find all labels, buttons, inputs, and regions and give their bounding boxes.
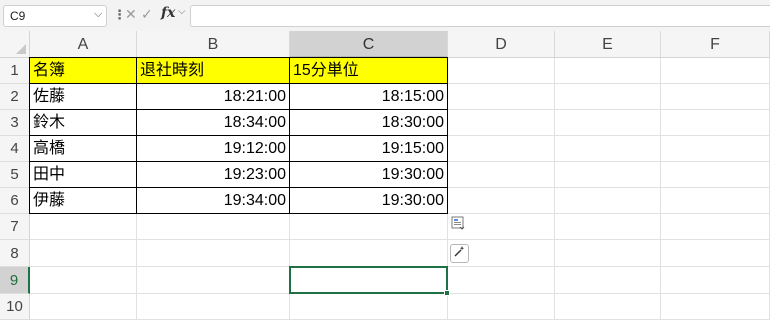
table-cell-a5[interactable]: 田中 <box>30 162 137 188</box>
cell-e6[interactable] <box>555 188 661 214</box>
name-box-value: C9 <box>10 9 26 23</box>
column-header-a[interactable]: A <box>30 31 137 58</box>
row-header-7[interactable]: 7 <box>0 214 30 240</box>
table-cell-c4[interactable]: 19:15:00 <box>290 136 448 162</box>
fill-handle[interactable] <box>444 290 450 296</box>
cell-b9[interactable] <box>137 267 290 294</box>
cell-a9[interactable] <box>30 267 137 294</box>
table-cell-c3[interactable]: 18:30:00 <box>290 110 448 136</box>
table-cell-b5[interactable]: 19:23:00 <box>137 162 290 188</box>
quick-analysis-icon[interactable] <box>450 244 469 263</box>
cell-e10[interactable] <box>555 294 661 320</box>
enter-icon[interactable]: ✓ <box>141 6 153 23</box>
table-header-cell-b1[interactable]: 退社時刻 <box>137 58 290 84</box>
cell-d2[interactable] <box>448 84 555 110</box>
cell-e9[interactable] <box>555 267 661 294</box>
cell-d5[interactable] <box>448 162 555 188</box>
cell-f7[interactable] <box>661 214 770 240</box>
row-header-1[interactable]: 1 <box>0 58 30 84</box>
cell-d3[interactable] <box>448 110 555 136</box>
column-header-c[interactable]: C <box>290 31 448 58</box>
chevron-down-icon[interactable]: ⌵ <box>94 8 102 21</box>
cell-f8[interactable] <box>661 240 770 267</box>
table-cell-b6[interactable]: 19:34:00 <box>137 188 290 214</box>
table-header-cell-c1[interactable]: 15分単位 <box>290 58 448 84</box>
table-cell-c6[interactable]: 19:30:00 <box>290 188 448 214</box>
formula-input[interactable] <box>190 5 770 27</box>
cell-f1[interactable] <box>661 58 770 84</box>
cell-d6[interactable] <box>448 188 555 214</box>
cell-f5[interactable] <box>661 162 770 188</box>
table-cell-a6[interactable]: 伊藤 <box>30 188 137 214</box>
cell-f6[interactable] <box>661 188 770 214</box>
select-all-button[interactable] <box>0 31 30 58</box>
row-header-5[interactable]: 5 <box>0 162 30 188</box>
table-cell-a4[interactable]: 高橋 <box>30 136 137 162</box>
row-header-6[interactable]: 6 <box>0 188 30 214</box>
table-cell-b2[interactable]: 18:21:00 <box>137 84 290 110</box>
chevron-down-icon[interactable]: ⌵ <box>178 6 186 17</box>
row-header-4[interactable]: 4 <box>0 136 30 162</box>
cell-f2[interactable] <box>661 84 770 110</box>
cell-a8[interactable] <box>30 240 137 267</box>
row-header-9[interactable]: 9 <box>0 267 30 294</box>
column-header-e[interactable]: E <box>555 31 661 58</box>
cell-c8[interactable] <box>290 240 448 267</box>
cell-d9[interactable] <box>448 267 555 294</box>
insert-function-button[interactable]: fx <box>161 5 175 21</box>
cell-c10[interactable] <box>290 294 448 320</box>
cell-b8[interactable] <box>137 240 290 267</box>
table-cell-c5[interactable]: 19:30:00 <box>290 162 448 188</box>
cell-b7[interactable] <box>137 214 290 240</box>
column-header-d[interactable]: D <box>448 31 555 58</box>
row-header-10[interactable]: 10 <box>0 294 30 320</box>
cell-d1[interactable] <box>448 58 555 84</box>
worksheet-grid[interactable]: A B C D E F 1 2 3 4 5 6 7 8 9 10 名簿 退社時刻 15分単位佐藤 18:21:00 18… <box>0 31 770 324</box>
cell-f10[interactable] <box>661 294 770 320</box>
cell-f9[interactable] <box>661 267 770 294</box>
selected-cell[interactable] <box>289 266 448 294</box>
table-cell-c2[interactable]: 18:15:00 <box>290 84 448 110</box>
formula-bar-area: C9 ⌵ ⋮ ✕ ✓ fx ⌵ <box>0 0 770 31</box>
select-all-icon <box>16 44 26 54</box>
cell-e8[interactable] <box>555 240 661 267</box>
cell-f4[interactable] <box>661 136 770 162</box>
table-cell-b3[interactable]: 18:34:00 <box>137 110 290 136</box>
cell-d10[interactable] <box>448 294 555 320</box>
row-header-2[interactable]: 2 <box>0 84 30 110</box>
cell-e5[interactable] <box>555 162 661 188</box>
column-header-b[interactable]: B <box>137 31 290 58</box>
cell-e2[interactable] <box>555 84 661 110</box>
cell-c7[interactable] <box>290 214 448 240</box>
cell-e4[interactable] <box>555 136 661 162</box>
cell-a7[interactable] <box>30 214 137 240</box>
name-box[interactable]: C9 ⌵ <box>3 5 107 27</box>
cancel-icon[interactable]: ✕ <box>125 6 137 23</box>
cell-b10[interactable] <box>137 294 290 320</box>
cell-d4[interactable] <box>448 136 555 162</box>
table-cell-a2[interactable]: 佐藤 <box>30 84 137 110</box>
cell-e3[interactable] <box>555 110 661 136</box>
row-header-3[interactable]: 3 <box>0 110 30 136</box>
cell-e1[interactable] <box>555 58 661 84</box>
cell-f3[interactable] <box>661 110 770 136</box>
table-cell-b4[interactable]: 19:12:00 <box>137 136 290 162</box>
cell-e7[interactable] <box>555 214 661 240</box>
cell-a10[interactable] <box>30 294 137 320</box>
column-header-f[interactable]: F <box>661 31 770 58</box>
paste-options-icon[interactable] <box>451 216 467 232</box>
table-cell-a3[interactable]: 鈴木 <box>30 110 137 136</box>
row-header-8[interactable]: 8 <box>0 240 30 267</box>
table-header-cell-a1[interactable]: 名簿 <box>30 58 137 84</box>
